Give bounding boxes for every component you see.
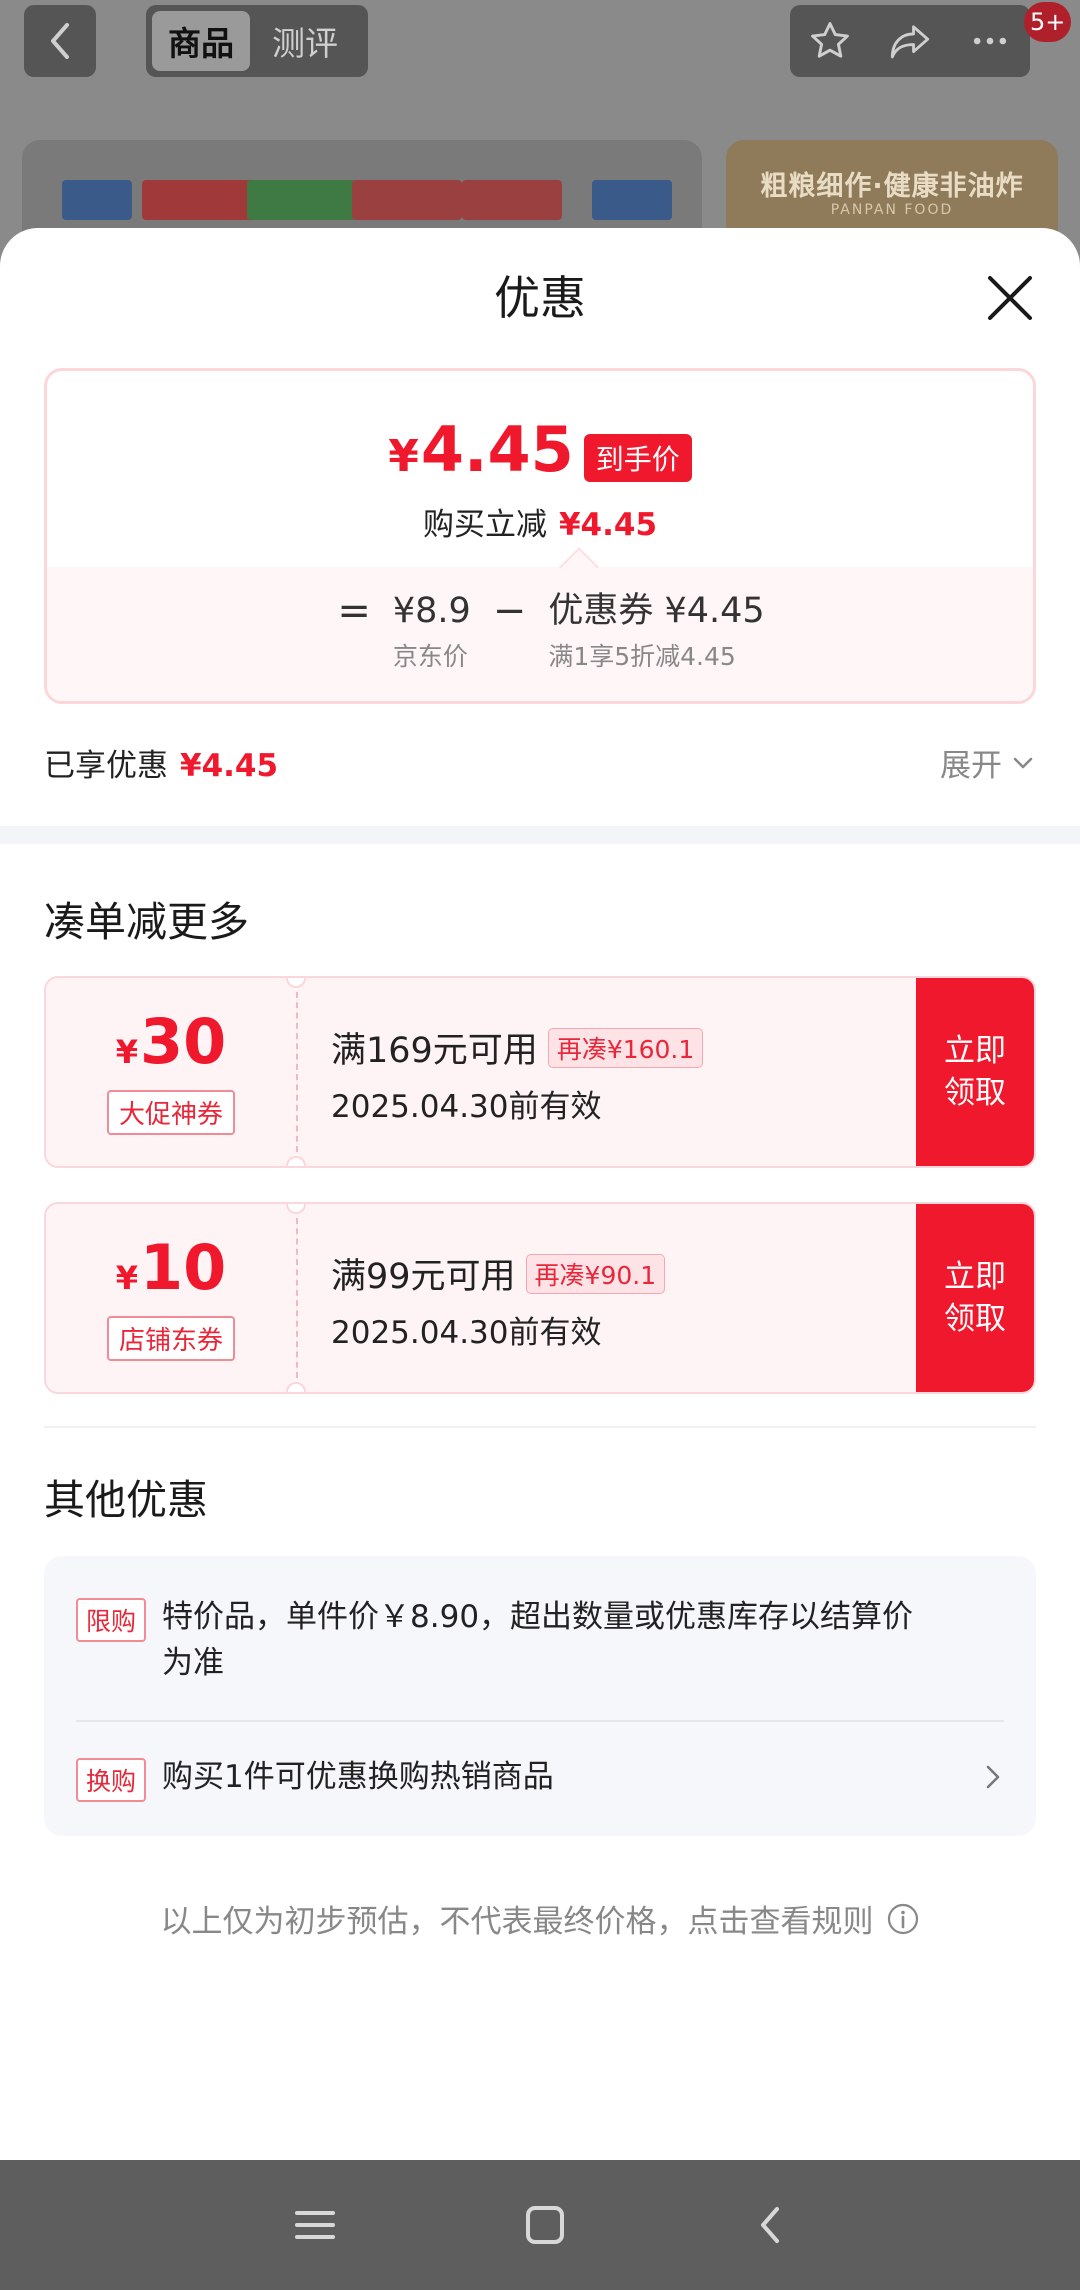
discount-sheet: 优惠 ¥4.45 到手价 购买立减 ¥4.45 = ¥8.9 京东价 − 优惠券 … [0,228,1080,2160]
chevron-down-icon [1013,757,1033,768]
instant-discount: 购买立减 ¥4.45 [422,507,658,543]
jd-price: ¥8.9 [392,591,471,631]
coupon-validity: 2025.04.30前有效 [331,1089,602,1125]
coupon-type-tag: 大促神券 [106,1089,235,1135]
close-button[interactable] [982,270,1038,326]
coupon-type-tag: 店铺东券 [106,1315,235,1361]
divider [44,1426,1036,1428]
other-offers-title: 其他优惠 [44,1476,208,1524]
more-savings-title: 凑单减更多 [44,898,249,946]
banner-subtitle: PANPAN FOOD [830,202,954,218]
info-icon [887,1903,918,1934]
jd-price-block: ¥8.9 京东价 [393,589,471,673]
other-offer-purchase-limit: 限购 特价品，单件价￥8.90，超出数量或优惠库存以结算价为准 [76,1594,1004,1686]
coupon-value: ¥10 店铺东券 [46,1204,296,1392]
chevron-right-icon [986,1765,1000,1789]
section-divider [0,826,1080,844]
coupon-details: 满99元可用 再凑¥90.1 2025.04.30前有效 [331,1248,666,1352]
coupon-card: ¥10 店铺东券 满99元可用 再凑¥90.1 2025.04.30前有效 立即… [44,1202,1036,1394]
equals-sign: = [337,588,371,634]
tab-products[interactable]: 商品 [152,11,250,71]
menu-icon[interactable] [293,2205,337,2245]
coupon-validity: 2025.04.30前有效 [331,1315,602,1351]
chevron-left-icon [51,23,69,59]
price-formula: = ¥8.9 京东价 − 优惠券 ¥4.45 满1享5折减4.45 [47,589,1033,673]
jd-price-label: 京东价 [392,642,468,671]
other-offer-trade-in[interactable]: 换购 购买1件可优惠换购热销商品 [76,1754,1004,1802]
minus-sign: − [492,588,527,634]
coupon-details: 满169元可用 再凑¥160.1 2025.04.30前有效 [331,1022,704,1126]
claim-coupon-button[interactable]: 立即 领取 [916,978,1034,1166]
top-actions [790,5,1030,77]
coupon-perforation [296,1218,298,1378]
coupon-gap-tag: 再凑¥160.1 [547,1027,704,1068]
coupon-deduction: 优惠券 ¥4.45 [548,591,765,631]
cart-count-badge: 5+ [1024,2,1072,42]
share-icon[interactable] [887,19,933,63]
tab-reviews[interactable]: 测评 [250,11,360,71]
final-price: ¥4.45 [388,413,574,486]
claim-coupon-button[interactable]: 立即 领取 [916,1204,1034,1392]
price-rules-link[interactable]: 以上仅为初步预估，不代表最终价格，点击查看规则 [0,1896,1080,1941]
coupon-cut-bottom [286,1156,306,1166]
coupon-cut-bottom [286,1382,306,1392]
sheet-title: 优惠 [494,271,586,325]
coupon-rule: 满1享5折减4.45 [548,642,736,671]
final-price-row: ¥4.45 到手价 [47,419,1033,488]
offer-tag: 换购 [76,1758,147,1802]
expand-button[interactable]: 展开 [940,740,1036,785]
enjoyed-discount: 已享优惠 ¥4.45 [44,748,279,784]
coupon-amount: ¥10 [115,1230,227,1304]
back-button[interactable] [24,5,96,77]
coupon-deduction-block: 优惠券 ¥4.45 满1享5折减4.45 [548,589,764,673]
coupon-condition: 满99元可用 再凑¥90.1 [331,1248,666,1299]
more-icon[interactable] [968,19,1012,63]
back-nav-icon[interactable] [753,2203,787,2247]
offer-text: 购买1件可优惠换购热销商品 [162,1759,554,1795]
banner-title: 粗粮细作·健康非油炸 [760,171,1024,202]
other-offers-list: 限购 特价品，单件价￥8.90，超出数量或优惠库存以结算价为准 换购 购买1件可… [44,1556,1036,1836]
page-tabs: 商品 测评 [146,5,368,77]
offer-tag: 限购 [76,1598,147,1642]
list-divider [76,1720,1004,1722]
home-icon[interactable] [523,2203,567,2247]
close-icon [988,276,1032,320]
coupon-condition: 满169元可用 再凑¥160.1 [331,1022,704,1073]
offer-text: 特价品，单件价￥8.90，超出数量或优惠库存以结算价为准 [162,1599,914,1681]
coupon-gap-tag: 再凑¥90.1 [525,1253,666,1294]
coupon-perforation [296,992,298,1152]
final-price-tag: 到手价 [583,434,692,482]
coupon-card: ¥30 大促神券 满169元可用 再凑¥160.1 2025.04.30前有效 … [44,976,1036,1168]
system-nav-bar [0,2160,1080,2290]
coupon-value: ¥30 大促神券 [46,978,296,1166]
coupon-amount: ¥30 [115,1004,227,1078]
price-summary-card: ¥4.45 到手价 购买立减 ¥4.45 = ¥8.9 京东价 − 优惠券 ¥4.… [44,368,1036,704]
star-icon[interactable] [808,19,852,63]
